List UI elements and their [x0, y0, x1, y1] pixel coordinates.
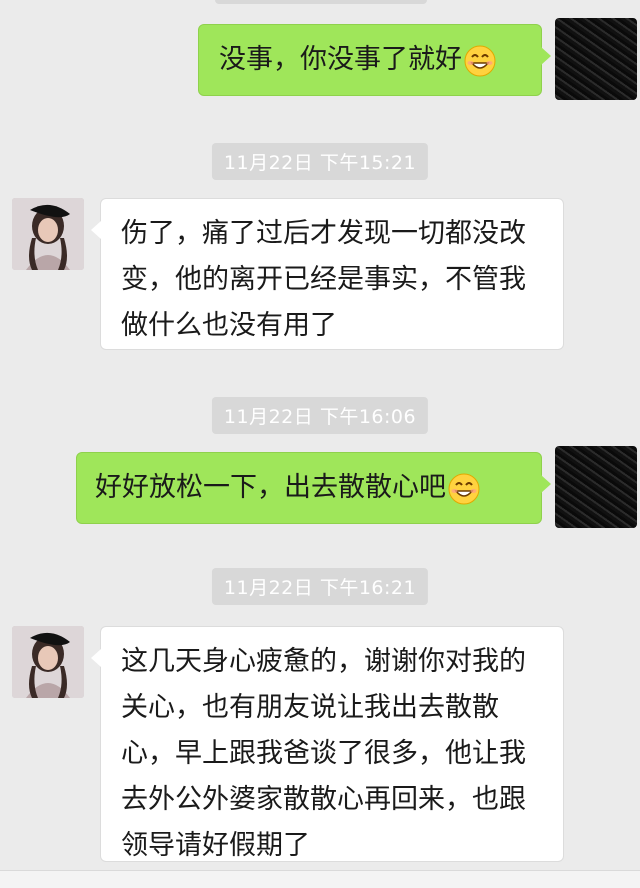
message-bubble-outgoing[interactable]: 没事，你没事了就好	[198, 24, 551, 96]
message-bubble-outgoing[interactable]: 好好放松一下，出去散散心吧	[76, 452, 551, 524]
timestamp: 11月22日 下午16:06	[211, 397, 429, 434]
message-line: 变，他的离开已经是事实，不管我	[121, 264, 526, 295]
message-bubble-incoming[interactable]: 伤了，痛了过后才发现一切都没改 变，他的离开已经是事实，不管我 做什么也没有用了	[91, 198, 564, 350]
smiley-icon	[448, 473, 480, 504]
timestamp-partial	[215, 0, 427, 4]
contact-photo	[12, 626, 84, 698]
contact-avatar[interactable]	[12, 626, 84, 698]
message-line: 做什么也没有用了	[121, 310, 337, 341]
smiley-icon	[464, 45, 496, 76]
message-line: 伤了，痛了过后才发现一切都没改	[121, 218, 526, 249]
message-line: 去外公外婆家散散心再回来，也跟	[121, 784, 526, 815]
my-avatar[interactable]	[555, 446, 637, 528]
message-line: 心，早上跟我爸谈了很多，他让我	[121, 738, 526, 769]
timestamp: 11月22日 下午16:21	[211, 568, 429, 605]
timestamp: 11月22日 下午15:21	[211, 143, 429, 180]
message-text: 没事，你没事了就好	[219, 44, 462, 75]
contact-photo	[12, 198, 84, 270]
input-bar[interactable]	[0, 870, 640, 888]
message-line: 关心，也有朋友说让我出去散散	[121, 692, 499, 723]
message-line: 这几天身心疲惫的，谢谢你对我的	[121, 646, 526, 677]
message-line: 领导请好假期了	[121, 830, 310, 861]
contact-avatar[interactable]	[12, 198, 84, 270]
message-bubble-incoming[interactable]: 这几天身心疲惫的，谢谢你对我的 关心，也有朋友说让我出去散散 心，早上跟我爸谈了…	[91, 626, 564, 862]
my-avatar[interactable]	[555, 18, 637, 100]
message-text: 好好放松一下，出去散散心吧	[95, 472, 446, 503]
